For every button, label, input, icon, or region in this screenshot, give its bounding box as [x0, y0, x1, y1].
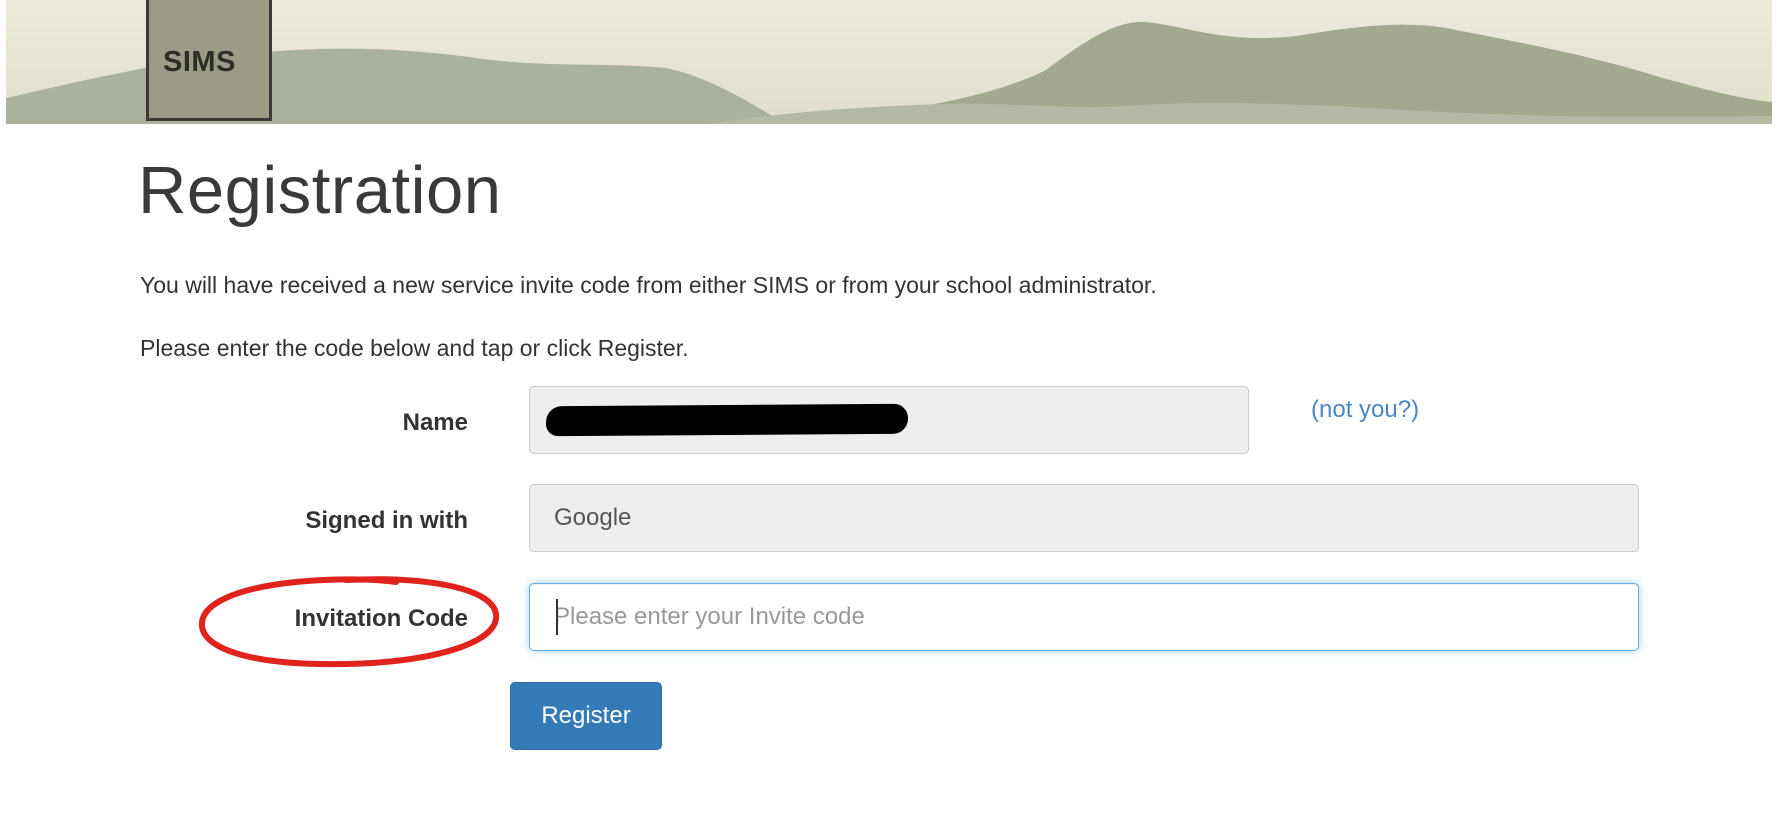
not-you-link[interactable]: (not you?): [1311, 396, 1419, 424]
intro-text-1: You will have received a new service inv…: [140, 272, 1157, 298]
name-field: [529, 386, 1249, 454]
redacted-name: [545, 403, 909, 437]
signed-in-value: Google: [554, 504, 632, 531]
header-banner: SIMS: [6, 0, 1772, 124]
register-button[interactable]: Register: [510, 682, 662, 750]
signed-in-field: Google: [529, 484, 1639, 552]
text-caret: [556, 599, 558, 635]
page-title: Registration: [138, 153, 502, 228]
invitation-code-input[interactable]: [529, 583, 1639, 651]
intro-text-2: Please enter the code below and tap or c…: [140, 335, 689, 361]
logo-text: SIMS: [163, 46, 236, 78]
invitation-code-label: Invitation Code: [294, 605, 468, 632]
name-label: Name: [402, 409, 468, 436]
signed-in-label: Signed in with: [305, 507, 468, 534]
sims-logo: SIMS: [146, 0, 272, 121]
